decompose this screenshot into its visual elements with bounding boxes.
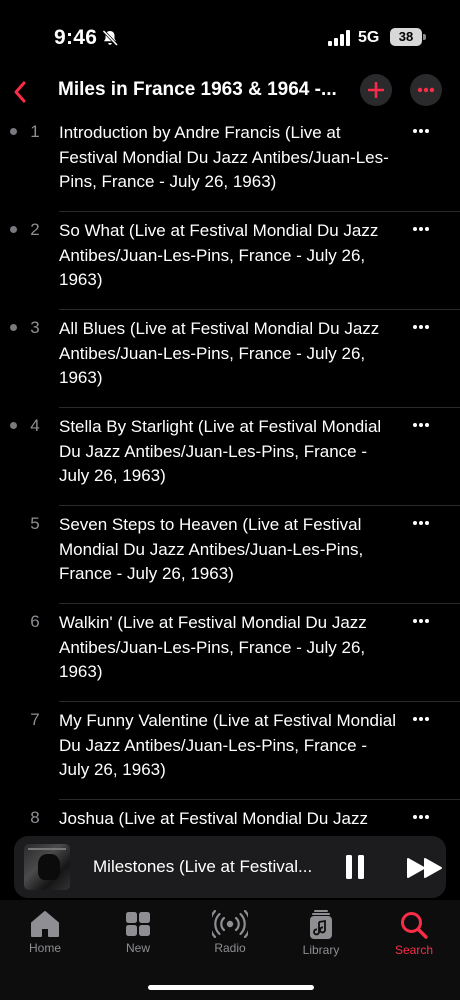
- track-more-button[interactable]: [408, 614, 434, 628]
- downloaded-dot-icon: [10, 422, 17, 429]
- tab-new[interactable]: New: [102, 910, 174, 966]
- battery-cap: [423, 34, 426, 40]
- pause-icon: [346, 855, 364, 879]
- album-artwork: [24, 844, 70, 890]
- track-row[interactable]: 1 Introduction by Andre Francis (Live at …: [0, 114, 460, 212]
- forward-button[interactable]: [406, 855, 444, 881]
- library-icon: [310, 910, 332, 939]
- now-playing-title: Milestones (Live at Festival...: [93, 857, 313, 876]
- track-number: 5: [30, 514, 40, 533]
- track-row[interactable]: 4 Stella By Starlight (Live at Festival M…: [0, 408, 460, 506]
- track-row[interactable]: 5 Seven Steps to Heaven (Live at Festival…: [0, 506, 460, 604]
- downloaded-dot-icon: [10, 128, 17, 135]
- grid-icon: [126, 912, 150, 936]
- track-title: Seven Steps to Heaven (Live at Festival …: [59, 515, 364, 583]
- track-more-button[interactable]: [408, 418, 434, 432]
- track-more-button[interactable]: [408, 222, 434, 236]
- track-number: 8: [30, 808, 40, 827]
- track-number: 3: [30, 318, 40, 337]
- ellipsis-icon: [413, 325, 429, 329]
- nav-bar: Miles in France 1963 & 1964 -...: [0, 72, 460, 114]
- tab-label: Library: [302, 943, 340, 957]
- track-title: My Funny Valentine (Live at Festival Mon…: [59, 711, 397, 779]
- track-row[interactable]: 2 So What (Live at Festival Mondial Du Ja…: [0, 212, 460, 310]
- mini-player[interactable]: Milestones (Live at Festival...: [14, 836, 446, 898]
- track-title: All Blues (Live at Festival Mondial Du J…: [59, 319, 380, 387]
- chevron-left-icon: [14, 81, 26, 103]
- track-more-button[interactable]: [408, 124, 434, 138]
- ellipsis-icon: [413, 521, 429, 525]
- track-title: Joshua (Live at Festival Mondial Du Jazz…: [59, 809, 368, 836]
- status-time: 9:46: [54, 26, 98, 49]
- tab-label: Radio: [214, 941, 246, 955]
- bell-slash-icon: [102, 29, 119, 47]
- radio-icon: [212, 910, 248, 938]
- ellipsis-icon: [413, 815, 429, 819]
- ellipsis-icon: [413, 129, 429, 133]
- page-title: Miles in France 1963 & 1964 -...: [58, 79, 337, 100]
- search-icon: [401, 912, 428, 939]
- home-indicator: [148, 985, 314, 990]
- pause-button[interactable]: [341, 853, 369, 881]
- track-more-button[interactable]: [408, 516, 434, 530]
- tab-radio[interactable]: Radio: [194, 910, 266, 966]
- track-row[interactable]: 7 My Funny Valentine (Live at Festival Mo…: [0, 702, 460, 800]
- ellipsis-icon: [413, 619, 429, 623]
- home-icon: [31, 911, 59, 937]
- tab-home[interactable]: Home: [9, 910, 81, 966]
- track-number: 4: [30, 416, 40, 435]
- ellipsis-icon: [417, 87, 435, 93]
- track-title: Introduction by Andre Francis (Live at F…: [59, 123, 389, 191]
- ellipsis-icon: [413, 423, 429, 427]
- downloaded-dot-icon: [10, 226, 17, 233]
- battery-icon: 38: [390, 28, 422, 46]
- ellipsis-icon: [413, 717, 429, 721]
- ellipsis-icon: [413, 227, 429, 231]
- track-more-button[interactable]: [408, 320, 434, 334]
- track-number: 2: [30, 220, 40, 239]
- more-button[interactable]: [410, 74, 442, 106]
- track-row[interactable]: 6 Walkin' (Live at Festival Mondial Du Ja…: [0, 604, 460, 702]
- track-row[interactable]: 8 Joshua (Live at Festival Mondial Du Jaz…: [0, 800, 460, 836]
- track-title: So What (Live at Festival Mondial Du Jaz…: [59, 221, 379, 289]
- track-list: 1 Introduction by Andre Francis (Live at …: [0, 114, 460, 836]
- track-number: 1: [30, 122, 40, 141]
- track-row[interactable]: 3 All Blues (Live at Festival Mondial Du …: [0, 310, 460, 408]
- tab-search[interactable]: Search: [378, 910, 450, 966]
- plus-icon: [368, 82, 384, 98]
- tab-label: Search: [394, 943, 434, 957]
- tab-library[interactable]: Library: [285, 910, 357, 966]
- track-number: 7: [30, 710, 40, 729]
- add-button[interactable]: [360, 74, 392, 106]
- back-button[interactable]: [6, 74, 34, 110]
- forward-icon: [407, 858, 442, 878]
- track-more-button[interactable]: [408, 810, 434, 824]
- tab-label: Home: [28, 941, 61, 955]
- network-label: 5G: [358, 29, 380, 46]
- track-more-button[interactable]: [408, 712, 434, 726]
- signal-icon: [328, 30, 350, 46]
- track-title: Stella By Starlight (Live at Festival Mo…: [59, 417, 382, 485]
- tab-label: New: [125, 941, 150, 955]
- track-title: Walkin' (Live at Festival Mondial Du Jaz…: [59, 613, 367, 681]
- track-number: 6: [30, 612, 40, 631]
- status-bar: 9:46 5G 38: [0, 0, 460, 72]
- downloaded-dot-icon: [10, 324, 17, 331]
